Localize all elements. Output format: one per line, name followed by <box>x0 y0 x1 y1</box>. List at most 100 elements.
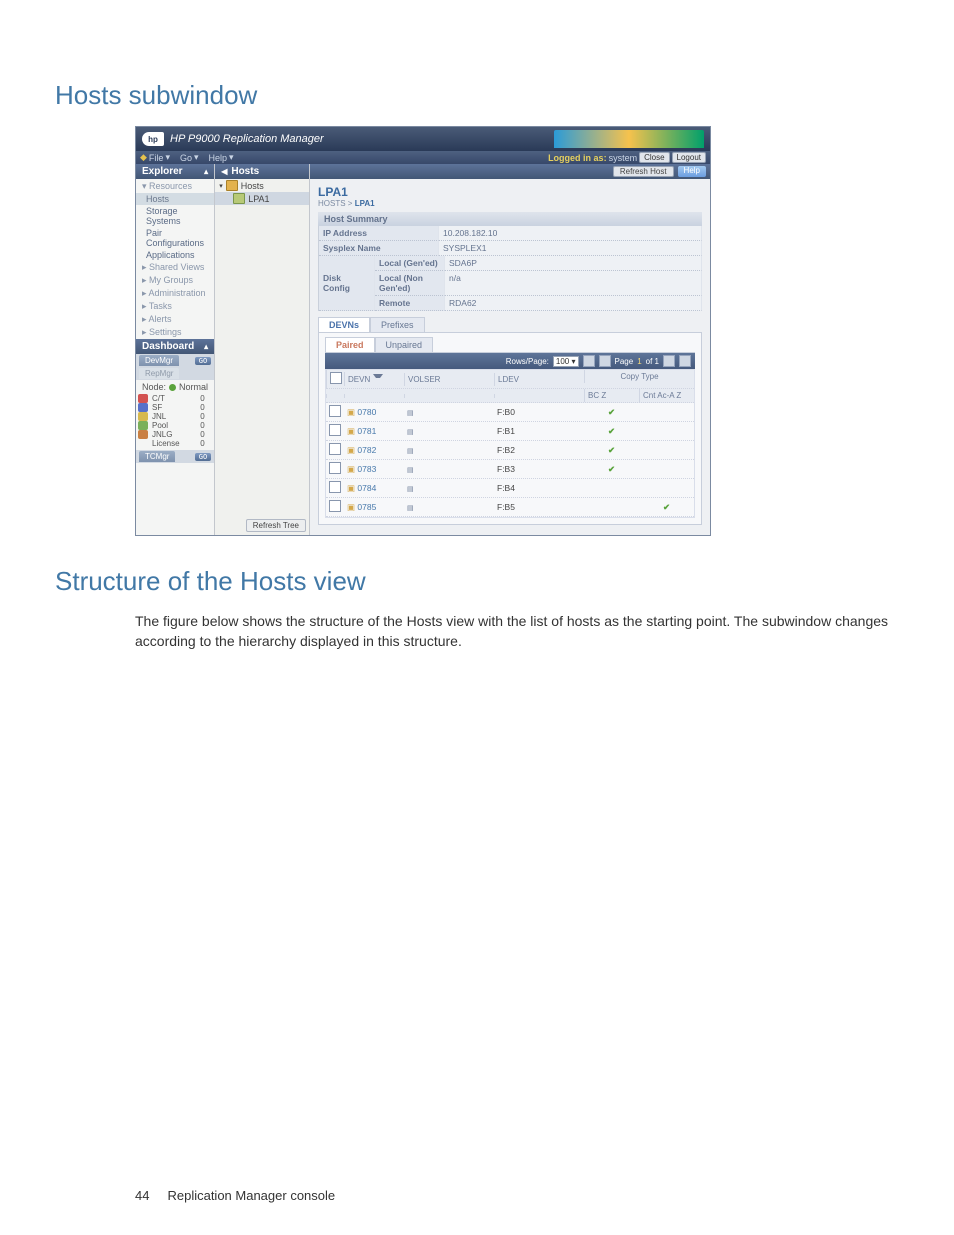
col-copy-type: Copy Type <box>584 370 694 383</box>
volser-glyph-icon: ▤ <box>407 467 414 474</box>
cell-devn[interactable]: ▣ 0784 <box>344 481 404 496</box>
close-button[interactable]: Close <box>639 152 669 163</box>
dash-go-button-2[interactable]: GO <box>195 453 211 461</box>
explorer-header[interactable]: Explorer▴ <box>136 164 214 179</box>
label-sysplex: Sysplex Name <box>319 241 439 256</box>
col-devn[interactable]: DEVN <box>344 372 404 386</box>
value-local-gened: SDA6P <box>445 256 702 271</box>
rows-per-page-select[interactable]: 100 ▾ <box>553 356 579 367</box>
metric-icon <box>138 394 148 403</box>
pager-last-icon[interactable] <box>679 355 691 367</box>
nav-shared-views[interactable]: ▸ Shared Views <box>136 261 214 274</box>
tree-header: ◀Hosts <box>215 164 309 179</box>
cell-ldev: F:B5 <box>494 500 584 514</box>
help-button[interactable]: Help <box>678 166 706 177</box>
dash-metrics: C/T0SF0JNL0Pool0JNLG0License0 <box>136 394 214 450</box>
cell-bcz: ✔ <box>584 462 639 477</box>
table-row[interactable]: ▣ 0782▤F:B2✔ <box>326 441 694 460</box>
table-row[interactable]: ▣ 0785▤F:B5✔ <box>326 498 694 517</box>
nav-pair-configurations[interactable]: Pair Configurations <box>136 227 214 249</box>
cell-ldev: F:B0 <box>494 405 584 419</box>
cell-devn[interactable]: ▣ 0780 <box>344 405 404 420</box>
tab-devns[interactable]: DEVNs <box>318 317 370 332</box>
metric-value: 0 <box>200 394 212 403</box>
metric-icon <box>138 412 148 421</box>
table-row[interactable]: ▣ 0783▤F:B3✔ <box>326 460 694 479</box>
nav-administration[interactable]: ▸ Administration <box>136 287 214 300</box>
menu-help[interactable]: Help▾ <box>209 152 234 163</box>
crumb-hosts[interactable]: HOSTS <box>318 199 346 208</box>
dash-tab-devmgr[interactable]: DevMgr <box>139 355 179 366</box>
table-row[interactable]: ▣ 0784▤F:B4 <box>326 479 694 498</box>
cell-volser: ▤ <box>404 500 494 514</box>
metric-label: JNLG <box>152 430 200 439</box>
dash-tab-repmgr[interactable]: RepMgr <box>139 368 179 379</box>
col-ldev[interactable]: LDEV <box>494 373 584 386</box>
cell-bcz: ✔ <box>584 405 639 420</box>
cell-devn[interactable]: ▣ 0781 <box>344 424 404 439</box>
tree-root-hosts[interactable]: ▾ Hosts <box>215 179 309 192</box>
cell-volser: ▤ <box>404 462 494 476</box>
cell-devn[interactable]: ▣ 0782 <box>344 443 404 458</box>
host-icon <box>233 193 245 204</box>
brand-swoosh-graphic <box>554 130 704 148</box>
paginator: Rows/Page: 100 ▾ Page 1 of 1 <box>325 353 695 369</box>
dash-tab-tcmgr[interactable]: TCMgr <box>139 451 175 462</box>
devn-table: DEVN VOLSER LDEV Copy Type BC Z Cnt Ac-A… <box>325 369 695 518</box>
tab-prefixes[interactable]: Prefixes <box>370 317 425 332</box>
table-row[interactable]: ▣ 0780▤F:B0✔ <box>326 403 694 422</box>
subtab-unpaired[interactable]: Unpaired <box>375 337 434 352</box>
nav-hosts[interactable]: Hosts <box>136 193 214 205</box>
cell-volser: ▤ <box>404 405 494 419</box>
row-checkbox[interactable] <box>329 462 341 474</box>
value-remote: RDA62 <box>445 296 702 311</box>
refresh-tree-button[interactable]: Refresh Tree <box>246 519 306 532</box>
metric-label: License <box>152 439 200 448</box>
cell-bcz: ✔ <box>584 424 639 439</box>
metric-value: 0 <box>200 439 212 448</box>
nav-storage-systems[interactable]: Storage Systems <box>136 205 214 227</box>
page-number: 44 <box>135 1188 149 1203</box>
menu-file[interactable]: ◆ File▾ <box>140 152 170 163</box>
subtab-paired[interactable]: Paired <box>325 337 375 352</box>
logged-in-label: Logged in as: <box>548 153 607 163</box>
pager-next-icon[interactable] <box>663 355 675 367</box>
table-row[interactable]: ▣ 0781▤F:B1✔ <box>326 422 694 441</box>
cell-devn[interactable]: ▣ 0785 <box>344 500 404 515</box>
volser-glyph-icon: ▤ <box>407 505 414 512</box>
row-checkbox[interactable] <box>329 443 341 455</box>
cell-devn[interactable]: ▣ 0783 <box>344 462 404 477</box>
label-local-gened: Local (Gen'ed) <box>375 256 445 271</box>
refresh-host-button[interactable]: Refresh Host <box>613 166 674 177</box>
row-checkbox[interactable] <box>329 424 341 436</box>
value-sysplex: SYSPLEX1 <box>439 241 702 256</box>
row-checkbox[interactable] <box>329 481 341 493</box>
hp-logo-icon: hp <box>142 132 164 146</box>
pager-prev-icon[interactable] <box>599 355 611 367</box>
status-dot-icon <box>169 384 176 391</box>
nav-settings[interactable]: ▸ Settings <box>136 326 214 339</box>
cell-ldev: F:B4 <box>494 481 584 495</box>
dash-go-button[interactable]: GO <box>195 357 211 365</box>
page-label: Page <box>615 357 634 366</box>
col-cntacaz[interactable]: Cnt Ac-A Z <box>639 389 694 402</box>
pager-first-icon[interactable] <box>583 355 595 367</box>
nav-applications[interactable]: Applications <box>136 249 214 261</box>
row-checkbox[interactable] <box>329 500 341 512</box>
logout-button[interactable]: Logout <box>672 152 706 163</box>
menu-go[interactable]: Go▾ <box>180 152 199 163</box>
dashboard-header[interactable]: Dashboard▴ <box>136 339 214 354</box>
page-footer: 44 Replication Manager console <box>135 1188 335 1203</box>
tree-node-lpa1[interactable]: LPA1 <box>215 192 309 205</box>
cell-bcz: ✔ <box>584 443 639 458</box>
col-bcz[interactable]: BC Z <box>584 389 639 402</box>
col-volser[interactable]: VOLSER <box>404 373 494 386</box>
breadcrumb: HOSTS > LPA1 <box>318 199 702 208</box>
nav-my-groups[interactable]: ▸ My Groups <box>136 274 214 287</box>
row-checkbox[interactable] <box>329 405 341 417</box>
nav-tasks[interactable]: ▸ Tasks <box>136 300 214 313</box>
nav-alerts[interactable]: ▸ Alerts <box>136 313 214 326</box>
nav-resources[interactable]: ▾ Resources <box>136 179 214 193</box>
cell-cntacaz <box>639 429 694 433</box>
select-all-checkbox[interactable] <box>330 372 342 384</box>
